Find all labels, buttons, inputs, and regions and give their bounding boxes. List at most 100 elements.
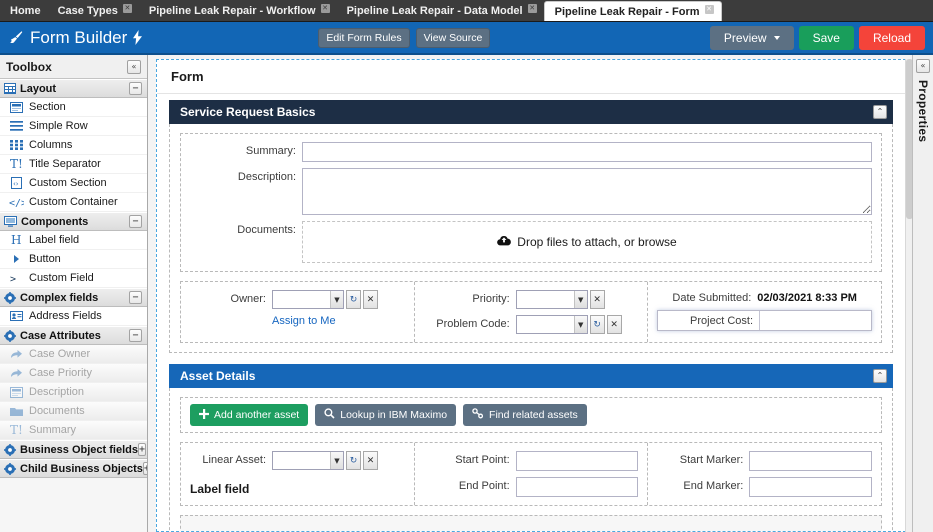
toolbox-group-title: Case Attributes bbox=[20, 329, 101, 342]
toolbox-item-custom-container[interactable]: </> Custom Container bbox=[0, 193, 147, 212]
title-separator-icon: T! bbox=[9, 424, 24, 436]
toolbox-item-title-separator[interactable]: T! Title Separator bbox=[0, 155, 147, 174]
reload-button[interactable]: Reload bbox=[858, 25, 925, 50]
section-header[interactable]: Service Request Basics ⌃ bbox=[169, 100, 893, 124]
chevron-down-icon: ▼ bbox=[330, 291, 343, 308]
description-textarea[interactable] bbox=[302, 168, 872, 215]
section-title: Service Request Basics bbox=[180, 105, 316, 119]
priority-label: Priority: bbox=[472, 293, 510, 305]
lookup-in-ibm-maximo-button[interactable]: Lookup in IBM Maximo bbox=[315, 404, 457, 426]
tab-case-types[interactable]: Case Types ✕ bbox=[48, 0, 139, 21]
project-cost-group[interactable]: Project Cost: bbox=[657, 310, 873, 331]
clear-owner-icon[interactable]: ✕ bbox=[363, 290, 378, 309]
end-point-input[interactable] bbox=[515, 477, 639, 497]
form-canvas[interactable]: Form Service Request Basics ⌃ Summary: D… bbox=[156, 59, 906, 532]
toolbox-group-child-business-objects[interactable]: Child Business Objects + bbox=[0, 459, 147, 478]
save-button[interactable]: Save bbox=[798, 25, 854, 50]
toolbox-item-custom-section[interactable]: ‹› Custom Section bbox=[0, 174, 147, 193]
close-icon[interactable]: ✕ bbox=[320, 3, 330, 13]
toolbox-group-layout[interactable]: Layout − bbox=[0, 79, 147, 98]
form-row-empty-dropzone[interactable] bbox=[180, 515, 882, 531]
owner-select[interactable]: ▼ ↻ ✕ bbox=[272, 290, 378, 309]
asset-action-buttons: Add another asset Lookup in IBM Maximo F… bbox=[190, 404, 872, 426]
collapse-toolbox-icon[interactable]: « bbox=[127, 59, 141, 74]
toggle-group-icon[interactable]: + bbox=[137, 443, 147, 456]
close-icon[interactable]: ✕ bbox=[122, 3, 132, 13]
collapse-section-icon[interactable]: ⌃ bbox=[873, 105, 887, 119]
tab-pipeline-leak-repair-form[interactable]: Pipeline Leak Repair - Form ✕ bbox=[543, 1, 722, 21]
form-column-linear-asset: Linear Asset: ▼ ↻ ✕ Label field bbox=[181, 443, 415, 505]
project-cost-input[interactable] bbox=[759, 311, 872, 330]
toggle-group-icon[interactable]: − bbox=[129, 291, 142, 304]
refresh-linear-asset-icon[interactable]: ↻ bbox=[346, 451, 361, 470]
find-related-assets-button[interactable]: Find related assets bbox=[463, 404, 587, 426]
toolbox-item-label-field[interactable]: H Label field bbox=[0, 231, 147, 250]
refresh-problem-code-icon[interactable]: ↻ bbox=[589, 315, 605, 334]
section-header[interactable]: Asset Details ⌃ bbox=[169, 364, 893, 388]
problem-code-select[interactable]: ▼ ↻ ✕ bbox=[515, 315, 622, 334]
priority-select-box[interactable]: ▼ bbox=[515, 290, 588, 309]
priority-select[interactable]: ▼ ✕ bbox=[515, 290, 605, 309]
toolbox-group-complex-fields[interactable]: Complex fields − bbox=[0, 288, 147, 307]
field-end-point: End Point: bbox=[424, 477, 639, 497]
toolbox-item-custom-field[interactable]: >_ Custom Field bbox=[0, 269, 147, 288]
toolbox-title: Toolbox bbox=[6, 59, 52, 74]
refresh-owner-icon[interactable]: ↻ bbox=[346, 290, 361, 309]
toggle-group-icon[interactable]: − bbox=[129, 215, 142, 228]
app-brand: Form Builder bbox=[8, 28, 143, 48]
tab-home[interactable]: Home bbox=[0, 0, 48, 21]
expand-properties-icon[interactable]: « bbox=[916, 59, 930, 73]
end-marker-input[interactable] bbox=[749, 477, 873, 497]
field-owner: Owner: ▼ ↻ ✕ bbox=[190, 290, 405, 309]
toolbox-item-address-fields[interactable]: Address Fields bbox=[0, 307, 147, 326]
add-another-asset-button[interactable]: Add another asset bbox=[190, 404, 309, 426]
owner-select-box[interactable]: ▼ bbox=[272, 290, 344, 309]
toolbox-group-components[interactable]: Components − bbox=[0, 212, 147, 231]
toolbox-item-button[interactable]: Button bbox=[0, 250, 147, 269]
linear-asset-select-box[interactable]: ▼ bbox=[272, 451, 344, 470]
clear-linear-asset-icon[interactable]: ✕ bbox=[363, 451, 378, 470]
preview-button[interactable]: Preview bbox=[709, 25, 794, 50]
toolbox-item-columns[interactable]: Columns bbox=[0, 136, 147, 155]
canvas-scrollbar[interactable] bbox=[905, 59, 912, 532]
toggle-group-icon[interactable]: − bbox=[129, 329, 142, 342]
tab-pipeline-leak-repair-workflow[interactable]: Pipeline Leak Repair - Workflow ✕ bbox=[139, 0, 337, 21]
scrollbar-thumb[interactable] bbox=[906, 59, 912, 219]
chevron-down-icon: ▼ bbox=[573, 316, 587, 333]
close-icon[interactable]: ✕ bbox=[704, 4, 714, 14]
toolbox-item-simple-row[interactable]: Simple Row bbox=[0, 117, 147, 136]
view-source-button[interactable]: View Source bbox=[415, 27, 491, 48]
toolbox-group-case-attributes[interactable]: Case Attributes − bbox=[0, 326, 147, 345]
close-icon[interactable]: ✕ bbox=[527, 3, 537, 13]
toolbox-group-business-object-fields[interactable]: Business Object fields + bbox=[0, 440, 147, 459]
tab-pipeline-leak-repair-data-model[interactable]: Pipeline Leak Repair - Data Model ✕ bbox=[337, 0, 544, 21]
start-point-input[interactable] bbox=[515, 451, 639, 471]
problem-code-select-box[interactable]: ▼ bbox=[515, 315, 588, 334]
field-documents: Documents: Drop files to attach, or brow… bbox=[190, 221, 872, 263]
summary-input[interactable] bbox=[302, 142, 872, 162]
linear-asset-select[interactable]: ▼ ↻ ✕ bbox=[272, 451, 378, 470]
toggle-group-icon[interactable]: − bbox=[129, 82, 142, 95]
form-row-linear-asset: Linear Asset: ▼ ↻ ✕ Label field Start Po… bbox=[180, 442, 882, 506]
clear-problem-code-icon[interactable]: ✕ bbox=[606, 315, 622, 334]
toolbox-group-title: Components bbox=[21, 215, 89, 228]
documents-dropzone[interactable]: Drop files to attach, or browse bbox=[302, 221, 872, 263]
toolbox-item-section[interactable]: Section bbox=[0, 98, 147, 117]
toolbox-item-label: Custom Container bbox=[29, 196, 118, 208]
label-field-text: Label field bbox=[190, 482, 250, 496]
assign-to-me-link[interactable]: Assign to Me bbox=[272, 315, 336, 327]
form-sections: Service Request Basics ⌃ Summary: Descri… bbox=[157, 94, 905, 531]
tab-label: Pipeline Leak Repair - Workflow bbox=[148, 4, 316, 17]
edit-form-rules-button[interactable]: Edit Form Rules bbox=[318, 27, 410, 48]
problem-code-label: Problem Code: bbox=[436, 318, 510, 330]
collapse-section-icon[interactable]: ⌃ bbox=[873, 369, 887, 383]
svg-text:H: H bbox=[11, 234, 21, 246]
properties-panel-label[interactable]: Properties bbox=[916, 80, 930, 142]
start-marker-input[interactable] bbox=[749, 451, 873, 471]
documents-label: Documents: bbox=[237, 224, 296, 236]
clear-priority-icon[interactable]: ✕ bbox=[589, 290, 605, 309]
button-icon bbox=[9, 254, 24, 264]
start-marker-label: Start Marker: bbox=[679, 454, 744, 466]
toolbox-item-description: Description bbox=[0, 383, 147, 402]
properties-panel-rail[interactable]: « Properties bbox=[912, 55, 933, 532]
